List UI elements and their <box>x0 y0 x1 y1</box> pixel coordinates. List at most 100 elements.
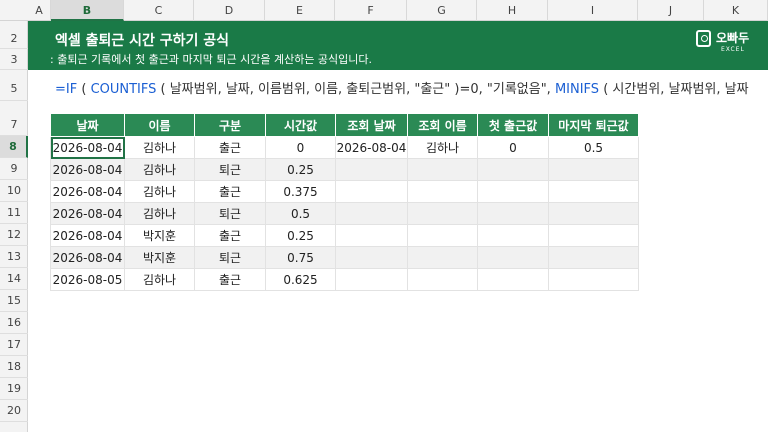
header-query-date[interactable]: 조회 날짜 <box>335 113 408 137</box>
table-cell[interactable]: 김하나 <box>124 268 195 291</box>
table-cell[interactable]: 박지훈 <box>124 224 195 247</box>
table-cell[interactable] <box>477 202 549 225</box>
table-cell[interactable]: 0 <box>265 136 336 159</box>
header-name[interactable]: 이름 <box>124 113 195 137</box>
column-header-i[interactable]: I <box>548 0 638 21</box>
row-header-5[interactable]: 5 <box>0 77 28 101</box>
table-cell[interactable] <box>335 180 408 203</box>
column-header-f[interactable]: F <box>335 0 407 21</box>
table-cell[interactable] <box>548 202 639 225</box>
column-header-k[interactable]: K <box>704 0 768 21</box>
row-header-9[interactable]: 9 <box>0 158 28 180</box>
table-cell[interactable] <box>335 268 408 291</box>
table-cell[interactable] <box>407 158 478 181</box>
table-cell[interactable] <box>335 158 408 181</box>
table-cell[interactable] <box>407 224 478 247</box>
table-row: 2026-08-04 김하나 퇴근 0.5 <box>50 202 639 225</box>
table-cell[interactable]: 2026-08-05 <box>50 268 125 291</box>
table-cell[interactable]: 0 <box>477 136 549 159</box>
table-cell[interactable]: 2026-08-04 <box>335 136 408 159</box>
row-header-8[interactable]: 8 <box>0 136 28 158</box>
table-cell[interactable] <box>335 224 408 247</box>
table-cell[interactable] <box>407 180 478 203</box>
table-cell[interactable]: 퇴근 <box>194 246 266 269</box>
brand-logo: 오빠두 EXCEL <box>696 28 756 58</box>
row-header-14[interactable]: 14 <box>0 268 28 290</box>
formula-text: =IF ( COUNTIFS ( 날짜범위, 날짜, 이름범위, 이름, 출퇴근… <box>55 78 749 97</box>
table-cell[interactable]: 출근 <box>194 268 266 291</box>
table-cell[interactable] <box>335 246 408 269</box>
table-cell[interactable] <box>548 158 639 181</box>
table-cell[interactable]: 2026-08-04 <box>50 158 125 181</box>
table-cell[interactable] <box>548 268 639 291</box>
table-cell[interactable] <box>477 158 549 181</box>
table-cell[interactable] <box>548 246 639 269</box>
column-header-g[interactable]: G <box>407 0 477 21</box>
column-header-j[interactable]: J <box>638 0 704 21</box>
table-cell[interactable] <box>407 246 478 269</box>
column-header-b[interactable]: B <box>51 0 124 21</box>
cell-b8[interactable]: 2026-08-04 <box>50 136 125 159</box>
table-cell[interactable] <box>477 268 549 291</box>
row-header-16[interactable]: 16 <box>0 312 28 334</box>
column-header-c[interactable]: C <box>124 0 194 21</box>
table-cell[interactable] <box>548 180 639 203</box>
table-cell[interactable]: 김하나 <box>124 136 195 159</box>
table-cell[interactable]: 0.5 <box>265 202 336 225</box>
table-cell[interactable]: 0.5 <box>548 136 639 159</box>
row-header-12[interactable]: 12 <box>0 224 28 246</box>
table-cell[interactable]: 김하나 <box>124 202 195 225</box>
column-header-a[interactable]: A <box>28 0 51 21</box>
header-query-name[interactable]: 조회 이름 <box>407 113 478 137</box>
header-date[interactable]: 날짜 <box>50 113 125 137</box>
table-row: 2026-08-04 박지훈 출근 0.25 <box>50 224 639 247</box>
table-cell[interactable]: 2026-08-04 <box>50 202 125 225</box>
table-cell[interactable] <box>477 224 549 247</box>
table-cell[interactable]: 출근 <box>194 224 266 247</box>
row-header-2[interactable]: 2 <box>0 29 28 49</box>
table-cell[interactable] <box>407 202 478 225</box>
row-header-10[interactable]: 10 <box>0 180 28 202</box>
table-cell[interactable]: 0.375 <box>265 180 336 203</box>
table-cell[interactable]: 퇴근 <box>194 202 266 225</box>
table-cell[interactable]: 0.25 <box>265 158 336 181</box>
row-header-11[interactable]: 11 <box>0 202 28 224</box>
table-cell[interactable]: 출근 <box>194 180 266 203</box>
header-type[interactable]: 구분 <box>194 113 266 137</box>
column-header-h[interactable]: H <box>477 0 548 21</box>
table-cell[interactable]: 2026-08-04 <box>50 180 125 203</box>
table-cell[interactable]: 출근 <box>194 136 266 159</box>
row-header-20[interactable]: 20 <box>0 400 28 422</box>
header-time-value[interactable]: 시간값 <box>265 113 336 137</box>
table-cell[interactable]: 0.75 <box>265 246 336 269</box>
table-cell[interactable]: 0.625 <box>265 268 336 291</box>
column-header-d[interactable]: D <box>194 0 265 21</box>
table-cell[interactable]: 김하나 <box>124 158 195 181</box>
table-cell[interactable]: 김하나 <box>124 180 195 203</box>
table-cell[interactable] <box>477 180 549 203</box>
row-header-13[interactable]: 13 <box>0 246 28 268</box>
row-header-18[interactable]: 18 <box>0 356 28 378</box>
formula-minifs: MINIFS <box>554 82 600 97</box>
table-row: 2026-08-05 김하나 출근 0.625 <box>50 268 639 291</box>
table-cell[interactable]: 박지훈 <box>124 246 195 269</box>
row-header-7[interactable]: 7 <box>0 113 28 136</box>
header-first-checkin[interactable]: 첫 출근값 <box>477 113 549 137</box>
table-cell[interactable]: 김하나 <box>407 136 478 159</box>
header-last-checkout[interactable]: 마지막 퇴근값 <box>548 113 639 137</box>
row-header-17[interactable]: 17 <box>0 334 28 356</box>
column-header-e[interactable]: E <box>265 0 335 21</box>
table-cell[interactable] <box>548 224 639 247</box>
table-cell[interactable]: 0.25 <box>265 224 336 247</box>
row-header-3[interactable]: 3 <box>0 49 28 70</box>
table-cell[interactable] <box>477 246 549 269</box>
row-header-15[interactable]: 15 <box>0 290 28 312</box>
formula-if: =IF <box>55 82 78 97</box>
table-cell[interactable]: 2026-08-04 <box>50 246 125 269</box>
table-cell[interactable]: 퇴근 <box>194 158 266 181</box>
table-cell[interactable] <box>335 202 408 225</box>
table-cell[interactable] <box>407 268 478 291</box>
title-banner: 엑셀 출퇴근 시간 구하기 공식 : 출퇴근 기록에서 첫 출근과 마지막 퇴근… <box>28 21 768 70</box>
table-cell[interactable]: 2026-08-04 <box>50 224 125 247</box>
row-header-19[interactable]: 19 <box>0 378 28 400</box>
